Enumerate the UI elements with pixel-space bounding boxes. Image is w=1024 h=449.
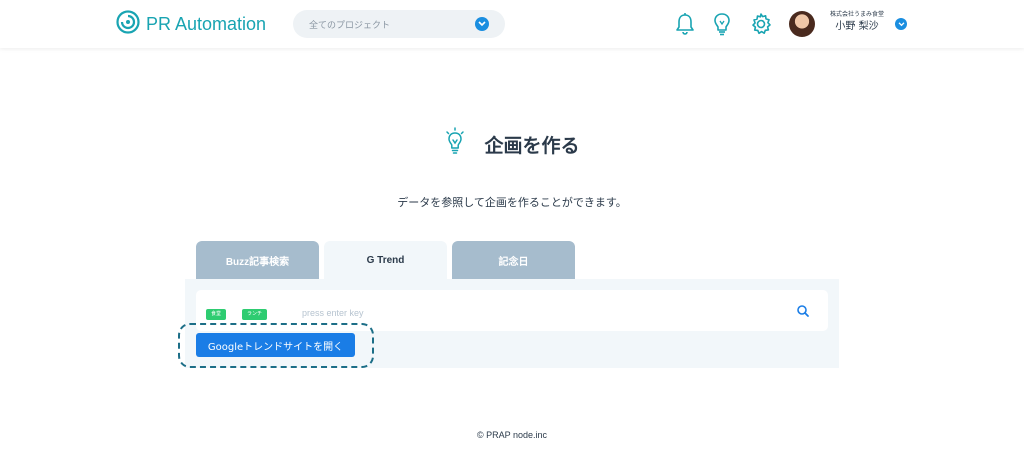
bell-icon[interactable]	[672, 11, 698, 37]
tab-g-trend[interactable]: G Trend	[324, 241, 447, 279]
project-select-placeholder: 全てのプロジェクト	[309, 20, 391, 31]
lightbulb-title-icon	[444, 127, 466, 161]
keyword-tag[interactable]: ランチ	[242, 309, 268, 320]
chevron-down-icon	[475, 17, 489, 31]
user-info[interactable]: 株式会社うまみ食堂 小野 梨沙	[824, 11, 890, 35]
page-title: 企画を作る	[484, 134, 580, 157]
user-name: 小野 梨沙	[835, 21, 879, 32]
page-title-row: 企画を作る	[0, 127, 1024, 161]
header: PR Automation 全てのプロジェクト 株式会社うまみ食堂 小野 梨沙	[0, 0, 1024, 48]
user-menu-chevron-icon[interactable]	[895, 18, 907, 30]
project-select[interactable]: 全てのプロジェクト	[293, 10, 505, 38]
lightbulb-icon[interactable]	[709, 11, 735, 37]
user-avatar[interactable]	[789, 11, 815, 37]
search-input[interactable]	[302, 304, 772, 322]
app-name: PR Automation	[146, 13, 267, 34]
keyword-tag[interactable]: 食堂	[206, 309, 227, 320]
page-subtitle: データを参照して企画を作ることができます。	[397, 196, 627, 209]
search-icon[interactable]	[796, 303, 810, 317]
open-google-trends-button[interactable]: Googleトレンドサイトを開く	[196, 333, 355, 357]
tab-anniversary[interactable]: 記念日	[452, 241, 575, 279]
logo-icon	[116, 10, 140, 38]
app-logo[interactable]: PR Automation	[116, 9, 266, 39]
company-name: 株式会社うまみ食堂	[829, 11, 884, 18]
tab-buzz-search[interactable]: Buzz記事検索	[196, 241, 319, 279]
footer-copyright: © PRAP node.inc	[476, 430, 547, 440]
gear-icon[interactable]	[748, 11, 774, 37]
